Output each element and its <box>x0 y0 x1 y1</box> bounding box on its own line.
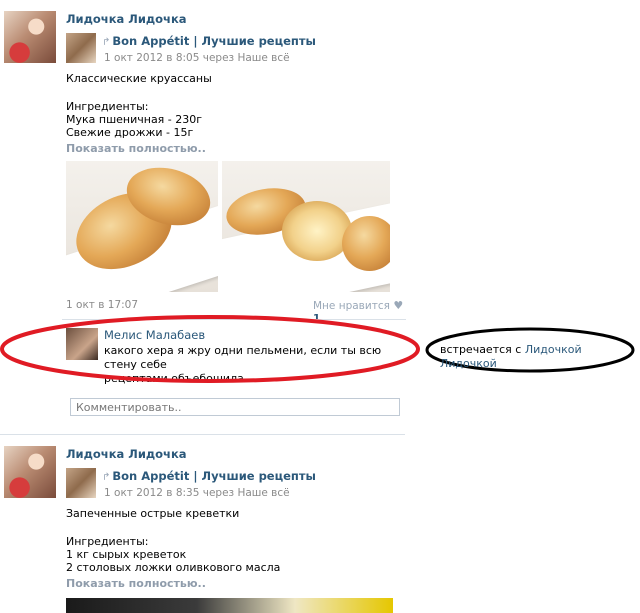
group-name-link[interactable]: Bon Appétit | Лучшие рецепты <box>112 34 316 48</box>
comment-author-name[interactable]: Мелис Малабаев <box>104 328 205 342</box>
post-title: Запеченные острые креветки <box>66 507 240 520</box>
post-title: Классические круассаны <box>66 72 212 85</box>
like-label: Мне нравится <box>313 300 390 312</box>
repost-meta: 1 окт 2012 в 8:05 через Наше всё <box>104 52 290 64</box>
comment-text-line: какого хера я жру одни пельмени, если ты… <box>104 344 382 371</box>
post-photo-strip[interactable] <box>66 598 393 613</box>
ingredients-header: Ингредиенты: <box>66 535 149 548</box>
show-more-link[interactable]: Показать полностью.. <box>66 577 206 590</box>
croissant <box>342 216 390 271</box>
like-button[interactable]: Мне нравится ♥ 1 <box>313 299 410 325</box>
commenter-avatar[interactable] <box>66 328 98 360</box>
repost-meta: 1 окт 2012 в 8:35 через Наше всё <box>104 487 290 499</box>
show-more-link[interactable]: Показать полностью.. <box>66 142 206 155</box>
repost-header: ↱ Bon Appétit | Лучшие рецепты <box>102 469 316 483</box>
ingredient-line: 1 кг сырых креветок <box>66 548 187 561</box>
ingredient-line: Мука пшеничная - 230г <box>66 113 203 126</box>
group-name-link[interactable]: Bon Appétit | Лучшие рецепты <box>112 469 316 483</box>
post-photo[interactable] <box>222 161 390 292</box>
post-author-name[interactable]: Лидочка Лидочка <box>66 447 187 461</box>
post-date[interactable]: 1 окт в 17:07 <box>66 299 138 311</box>
ingredients-header: Ингредиенты: <box>66 100 149 113</box>
post-divider <box>0 434 405 435</box>
ingredient-line: 2 столовых ложки оливкового масла <box>66 561 281 574</box>
author-avatar[interactable] <box>4 11 56 63</box>
repost-icon: ↱ <box>102 37 111 48</box>
wall-feed: Лидочка Лидочка ↱ Bon Appétit | Лучшие ре… <box>0 0 410 613</box>
group-avatar[interactable] <box>66 33 96 63</box>
relationship-status: встречается с Лидочкой Лидочкой <box>440 343 640 371</box>
comment-text-line: рецептами объебошила <box>104 372 244 385</box>
post-photo[interactable] <box>66 161 218 292</box>
post-author-name[interactable]: Лидочка Лидочка <box>66 12 187 26</box>
repost-header: ↱ Bon Appétit | Лучшие рецепты <box>102 34 316 48</box>
croissant <box>282 201 352 261</box>
comment-text: какого хера я жру одни пельмени, если ты… <box>104 344 410 386</box>
group-avatar[interactable] <box>66 468 96 498</box>
comment-input[interactable]: Комментировать.. <box>70 398 400 416</box>
comment-divider <box>62 319 406 320</box>
repost-icon: ↱ <box>102 472 111 483</box>
relationship-prefix: встречается с <box>440 343 522 356</box>
author-avatar[interactable] <box>4 446 56 498</box>
heart-icon: ♥ <box>393 299 404 312</box>
ingredient-line: Свежие дрожжи - 15г <box>66 126 194 139</box>
